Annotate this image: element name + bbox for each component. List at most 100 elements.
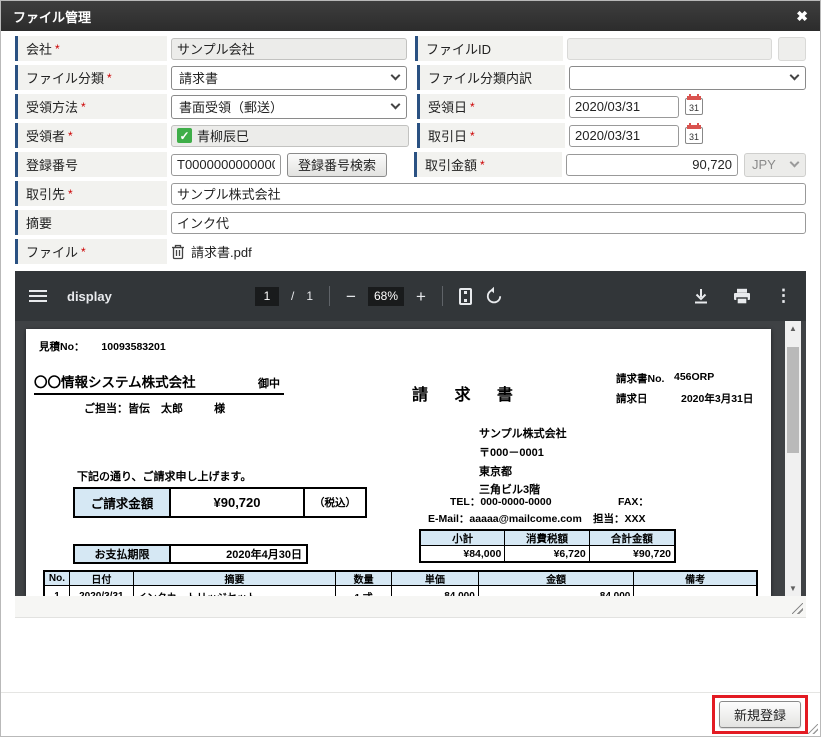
attn-line: ご担当：皆伝 太郎 様	[84, 400, 225, 416]
subtotal-value: ¥84,000	[421, 546, 505, 561]
invoice-no-value: 456ORP	[674, 371, 714, 383]
registration-number-label: 登録番号	[15, 152, 167, 177]
company-input[interactable]	[171, 38, 407, 60]
file-id-button	[778, 37, 806, 61]
tel-line: TEL：000-0000-0000	[450, 494, 552, 509]
total-value: ¥90,720	[590, 546, 674, 561]
billed-amount-label: ご請求金額	[75, 489, 171, 516]
scroll-up-icon[interactable]: ▲	[785, 321, 801, 336]
dialog-title: ファイル管理	[13, 7, 91, 26]
row-summary: 摘要	[15, 210, 806, 235]
client-label: 取引先*	[15, 181, 167, 206]
summary-input[interactable]	[171, 212, 806, 234]
registration-search-button[interactable]: 登録番号検索	[287, 153, 387, 177]
close-icon[interactable]: ✖	[796, 8, 808, 25]
scrollbar-thumb[interactable]	[787, 347, 799, 453]
register-button[interactable]: 新規登録	[719, 701, 801, 728]
trash-icon[interactable]	[171, 244, 185, 260]
row-company-fileid: 会社* ファイルID	[15, 36, 806, 61]
file-name[interactable]: 請求書.pdf	[191, 242, 252, 261]
zoom-level[interactable]: 68%	[368, 287, 404, 306]
line-items-table: No. 日付 摘要 数量 単価 金額 備考 1 2020/3/31 インクカート…	[43, 570, 758, 596]
pdf-toolbar-right: ⋮	[693, 286, 792, 306]
pdf-scrollbar[interactable]: ▲ ▼	[785, 321, 801, 596]
file-management-dialog: ファイル管理 ✖ 会社* ファイルID ファイル分類*	[0, 0, 821, 737]
receipt-method-select[interactable]: 書面受領（郵送）	[171, 95, 407, 119]
transaction-amount-label: 取引金額*	[414, 152, 562, 177]
file-id-input	[567, 38, 772, 60]
required-mark: *	[470, 100, 475, 114]
subtotal-header: 小計	[421, 531, 505, 546]
download-icon[interactable]	[693, 288, 709, 305]
spacer	[1, 618, 820, 692]
invoice-date-label: 請求日	[616, 391, 648, 406]
chevron-down-icon	[391, 71, 401, 81]
required-mark: *	[480, 158, 485, 172]
row-file: ファイル* 請求書.pdf	[15, 239, 806, 264]
page-separator: /	[291, 289, 294, 303]
receiver-box: ✓ 青柳辰巳	[171, 125, 409, 147]
file-category-detail-select[interactable]	[569, 66, 806, 90]
row-client: 取引先*	[15, 181, 806, 206]
greeting: 下記の通り、ご請求申し上げます。	[77, 468, 251, 484]
tax-included-note: （税込）	[305, 489, 365, 516]
invoice-date-value: 2020年3月31日	[681, 391, 753, 406]
required-mark: *	[55, 42, 60, 56]
calendar-icon[interactable]: 31	[685, 127, 703, 144]
page-number-input[interactable]: 1	[255, 287, 279, 306]
calendar-icon[interactable]: 31	[685, 98, 703, 115]
scroll-down-icon[interactable]: ▼	[785, 581, 801, 596]
menu-icon[interactable]	[29, 287, 47, 305]
row-receiver: 受領者* ✓ 青柳辰巳 取引日* 31	[15, 123, 806, 148]
toolbar-divider	[329, 286, 330, 306]
billed-amount-value: ¥90,720	[171, 489, 305, 516]
resize-grip-icon[interactable]	[792, 603, 803, 614]
file-id-label: ファイルID	[415, 36, 563, 61]
receipt-date-label: 受領日*	[417, 94, 565, 119]
line-item-row: 1 2020/3/31 インクカートリッジセット 1 式 84,000 84,0…	[45, 586, 756, 596]
receipt-date-input[interactable]	[569, 96, 679, 118]
transaction-date-input[interactable]	[569, 125, 679, 147]
checkbox-checked-icon[interactable]: ✓	[177, 128, 192, 143]
file-category-label: ファイル分類*	[15, 65, 167, 90]
zoom-in-icon[interactable]: +	[416, 288, 426, 305]
calendar-icon-top	[687, 125, 701, 129]
total-header: 合計金額	[590, 531, 674, 546]
issuer-address1: 東京都	[479, 463, 512, 479]
email-line: E-Mail：aaaaa@mailcome.com	[428, 511, 582, 526]
invoice-title: 請 求 書	[412, 381, 524, 405]
file-category-detail-label: ファイル分類内訳	[417, 65, 565, 90]
print-icon[interactable]	[733, 288, 751, 305]
required-mark: *	[81, 100, 86, 114]
dialog-titlebar: ファイル管理 ✖	[1, 1, 820, 31]
honorific: 御中	[258, 375, 280, 391]
issuer-postal: 〒000－0001	[479, 444, 544, 460]
file-category-select[interactable]: 請求書	[171, 66, 407, 90]
quote-no-line: 見積No： 10093583201	[39, 339, 166, 354]
pdf-toolbar: display 1 / 1 − 68% +	[15, 271, 806, 321]
invoice-no-label: 請求書No.	[616, 371, 664, 386]
page-total: 1	[306, 289, 313, 303]
row-category: ファイル分類* 請求書 ファイル分類内訳	[15, 65, 806, 90]
receiver-name: 青柳辰巳	[197, 126, 249, 145]
zoom-out-icon[interactable]: −	[346, 288, 356, 305]
chevron-down-icon	[391, 100, 401, 110]
client-input[interactable]	[171, 183, 806, 205]
due-date-box: お支払期限 2020年4月30日	[73, 544, 308, 564]
registration-number-input[interactable]	[171, 154, 281, 176]
more-vert-icon[interactable]: ⋮	[775, 286, 792, 306]
fax-label: FAX：	[618, 494, 649, 509]
dialog-footer: 新規登録	[1, 692, 820, 736]
rotate-icon[interactable]	[484, 286, 504, 306]
transaction-amount-input[interactable]	[566, 154, 738, 176]
dialog-resize-grip-icon[interactable]	[808, 724, 818, 734]
pdf-content-area: 見積No： 10093583201 〇〇情報システム株式会社 御中 ご担当：皆伝…	[15, 321, 806, 596]
due-date-value: 2020年4月30日	[171, 546, 306, 562]
fit-page-icon[interactable]	[459, 288, 472, 305]
due-date-label: お支払期限	[75, 546, 171, 562]
required-mark: *	[81, 245, 86, 259]
pdf-resize-strip	[15, 596, 806, 618]
currency-select: JPY	[744, 153, 806, 177]
row-receipt: 受領方法* 書面受領（郵送） 受領日* 31	[15, 94, 806, 119]
file-form: 会社* ファイルID ファイル分類* 請求書	[1, 31, 820, 268]
